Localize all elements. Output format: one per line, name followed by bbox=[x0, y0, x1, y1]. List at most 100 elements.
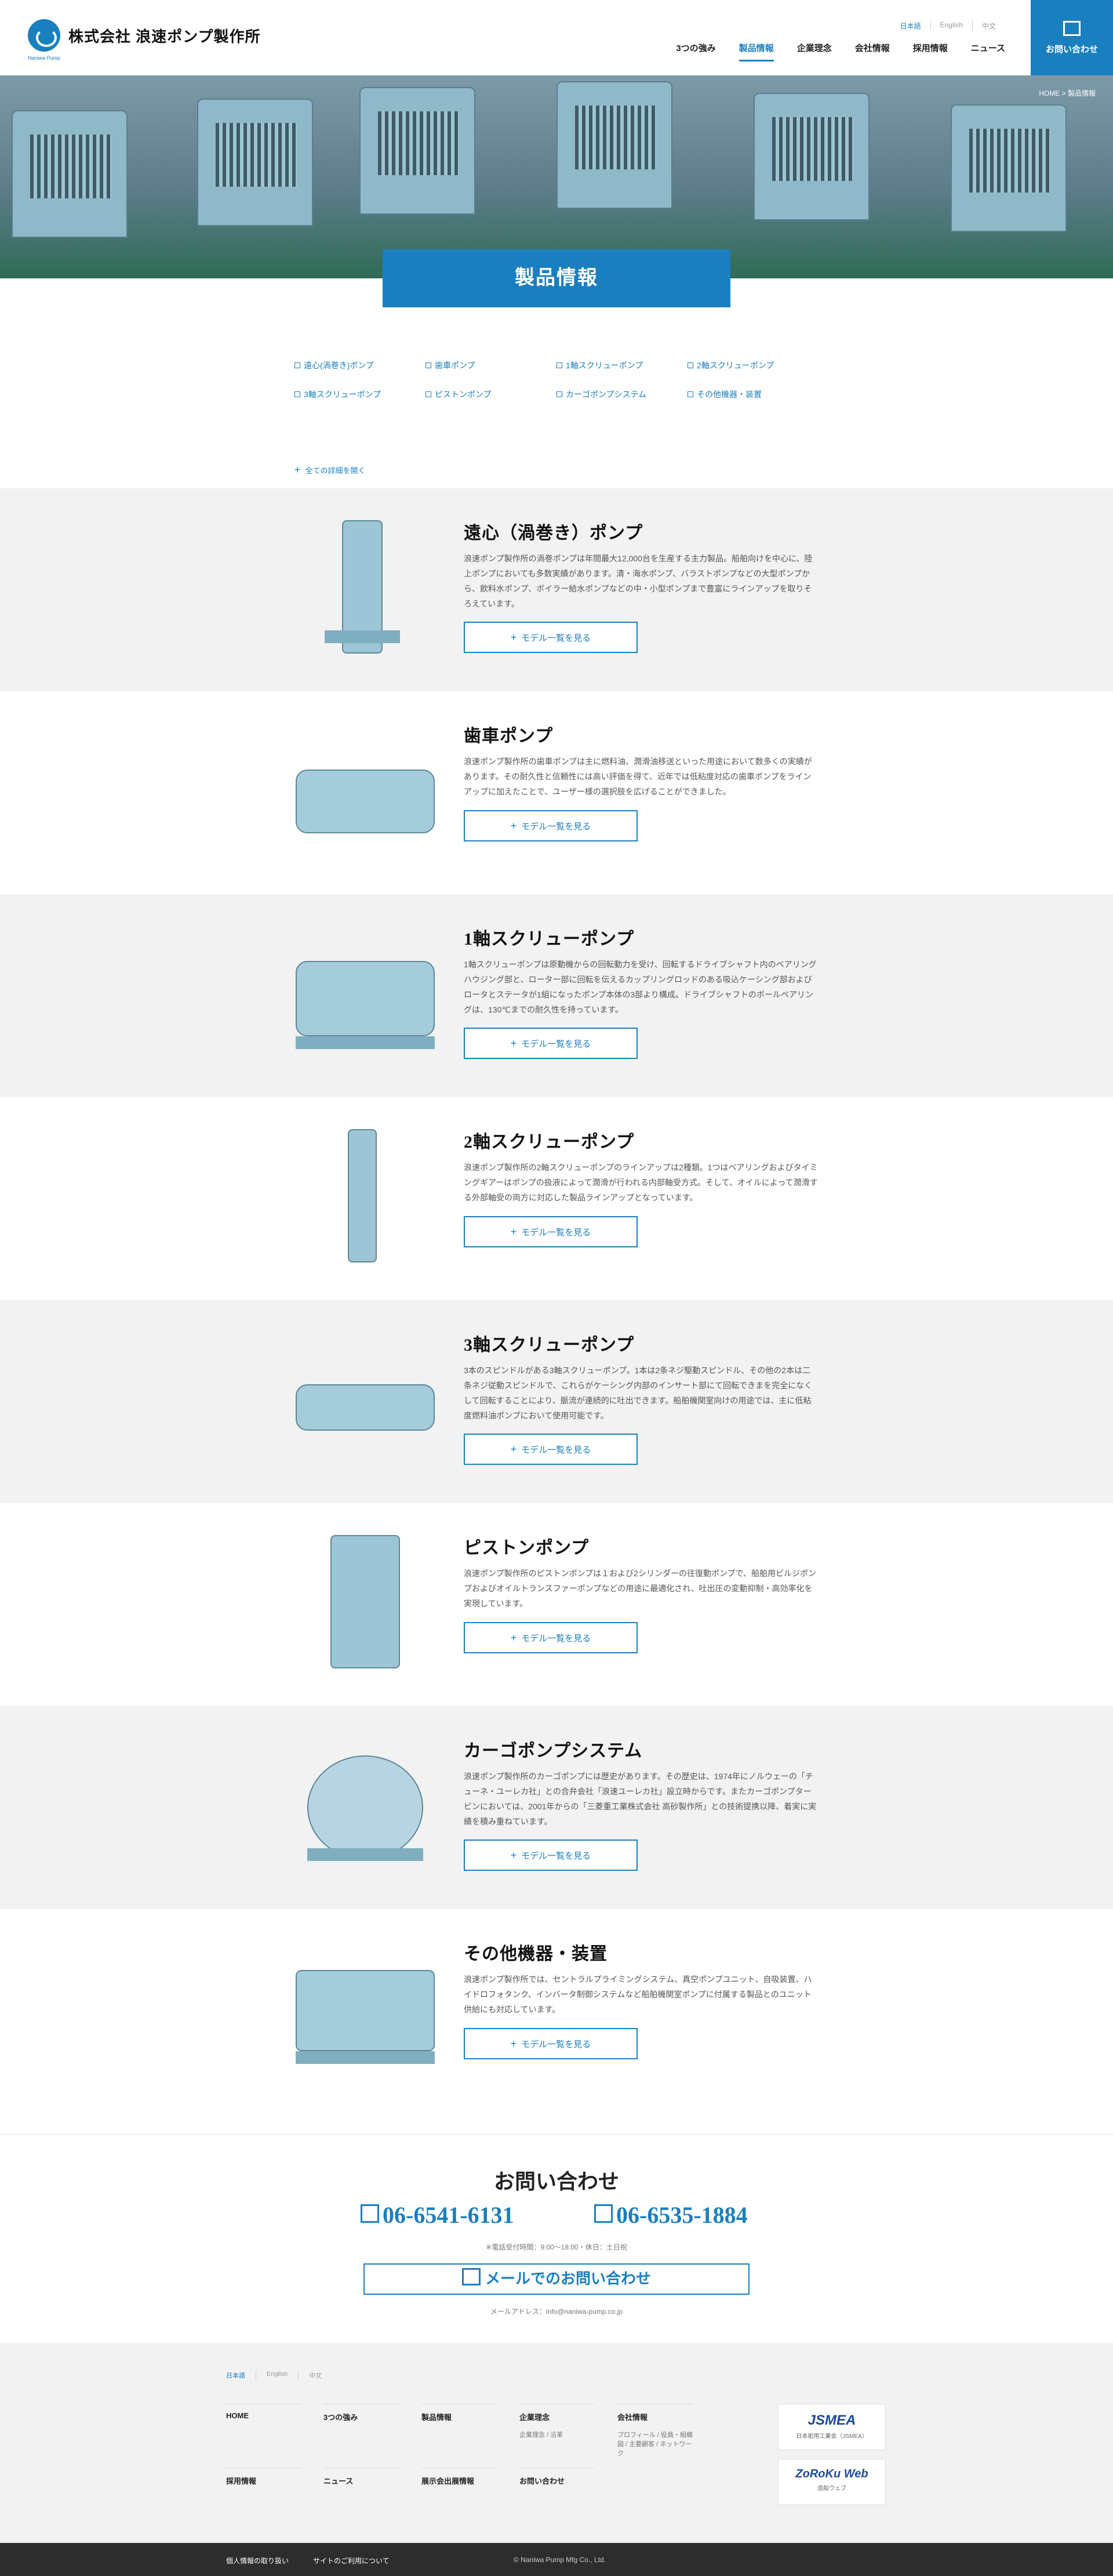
pump-illustration bbox=[296, 1384, 435, 1431]
site-header: Naniwa Pump 株式会社 浪速ポンプ製作所 日本語 English 中文… bbox=[0, 0, 1113, 75]
hero-pump-machine bbox=[556, 81, 672, 209]
nav-strengths[interactable]: 3つの強み bbox=[676, 42, 715, 61]
footer-lang-ja[interactable]: 日本語 bbox=[226, 2371, 256, 2380]
page: Naniwa Pump 株式会社 浪速ポンプ製作所 日本語 English 中文… bbox=[0, 0, 1113, 2576]
product-section-centrifugal: 遠心（渦巻き）ポンプ 浪速ポンプ製作所の渦巻ポンプは年間最大12,000台を生産… bbox=[0, 488, 1113, 691]
cat-link-gear[interactable]: 歯車ポンプ bbox=[425, 360, 556, 371]
header-contact-button[interactable]: お問い合わせ bbox=[1031, 0, 1113, 75]
footer-link[interactable]: 会社情報 bbox=[617, 2411, 693, 2422]
product-description: 浪速ポンプ製作所の2軸スクリューポンプのラインアップは2種類。1つはベアリングお… bbox=[464, 1163, 818, 1202]
product-description: 1軸スクリューポンプは原動機からの回転動力を受け、回転するドライブシャフト内のベ… bbox=[464, 960, 817, 1014]
product-title: カーゴポンプシステム bbox=[464, 1741, 643, 1761]
pump-illustration bbox=[296, 961, 435, 1036]
cat-link-piston[interactable]: ピストンポンプ bbox=[425, 389, 556, 400]
footer-link[interactable]: 採用情報 bbox=[226, 2475, 301, 2486]
terms-link[interactable]: サイトのご利用について bbox=[313, 2556, 390, 2566]
product-section-cargo: カーゴポンプシステム 浪速ポンプ製作所のカーゴポンプには歴史があります。その歴史… bbox=[0, 1706, 1113, 1909]
model-list-button[interactable]: モデル一覧を見る bbox=[464, 622, 638, 653]
model-list-button[interactable]: モデル一覧を見る bbox=[464, 1622, 638, 1653]
footer-link[interactable]: 製品情報 bbox=[421, 2411, 497, 2422]
mail-icon bbox=[1063, 21, 1081, 36]
logo-subtitle: Naniwa Pump bbox=[28, 55, 61, 61]
bottom-bar: 個人情報の取り扱い サイトのご利用について © Naniwa Pump Mfg … bbox=[0, 2543, 1113, 2576]
pump-base bbox=[325, 630, 400, 643]
hero-image: HOME > 製品情報 bbox=[0, 75, 1113, 278]
banner-caption: 造船ウェブ bbox=[817, 2486, 846, 2492]
cat-link-twin-screw[interactable]: 2軸スクリューポンプ bbox=[688, 360, 819, 371]
footer-col-strengths[interactable]: 3つの強み bbox=[323, 2404, 399, 2422]
product-section-single-screw: 1軸スクリューポンプ 1軸スクリューポンプは原動機からの回転動力を受け、回転する… bbox=[0, 894, 1113, 1097]
site-footer: 日本語 English 中文 HOME 3つの強み 製品情報 企業理念 企業理念… bbox=[0, 2343, 1113, 2543]
footer-lang-en[interactable]: English bbox=[256, 2371, 298, 2380]
product-image bbox=[290, 1326, 441, 1471]
nav-recruit[interactable]: 採用情報 bbox=[913, 42, 948, 61]
product-image bbox=[290, 1935, 441, 2080]
lang-ja[interactable]: 日本語 bbox=[891, 21, 930, 31]
phone-number-1[interactable]: 06-6541-6131 bbox=[361, 2201, 514, 2229]
product-section-piston: ピストンポンプ 浪速ポンプ製作所のピストンポンプは１および2シリンダーの往復動ポ… bbox=[0, 1503, 1113, 1706]
product-description: 浪速ポンプ製作所のカーゴポンプには歴史があります。その歴史は、1974年にノルウ… bbox=[464, 1772, 817, 1826]
footer-language-switcher: 日本語 English 中文 bbox=[226, 2371, 332, 2380]
footer-col-recruit[interactable]: 採用情報 bbox=[226, 2468, 301, 2486]
product-image bbox=[290, 717, 441, 862]
footer-col-company[interactable]: 会社情報 プロフィール / 役員・組織図 / 主要顧客 / ネットワーク bbox=[617, 2404, 693, 2458]
footer-link[interactable]: 企業理念 bbox=[519, 2411, 595, 2422]
nav-products[interactable]: 製品情報 bbox=[739, 42, 774, 61]
footer-col-contact[interactable]: お問い合わせ bbox=[519, 2468, 595, 2486]
pump-illustration bbox=[330, 1535, 400, 1668]
footer-link[interactable]: ニュース bbox=[323, 2475, 399, 2486]
model-list-button[interactable]: モデル一覧を見る bbox=[464, 810, 638, 841]
model-list-button[interactable]: モデル一覧を見る bbox=[464, 1434, 638, 1465]
contact-title: お問い合わせ bbox=[493, 2170, 619, 2193]
lang-zh[interactable]: 中文 bbox=[972, 21, 1005, 31]
footer-sublinks[interactable]: 企業理念 / 沿革 bbox=[519, 2430, 595, 2440]
model-list-button[interactable]: モデル一覧を見る bbox=[464, 1028, 638, 1059]
business-hours: ※電話受付時間：9:00〜18:00・休日：土日祝 bbox=[486, 2243, 627, 2251]
pump-base bbox=[307, 1848, 423, 1861]
footer-col-news[interactable]: ニュース bbox=[323, 2468, 399, 2486]
footer-link[interactable]: お問い合わせ bbox=[519, 2475, 595, 2486]
hero-pump-machine bbox=[951, 104, 1067, 232]
banner-brand: ZoRoKu Web bbox=[795, 2468, 868, 2480]
footer-link[interactable]: HOME bbox=[226, 2411, 301, 2420]
product-image bbox=[290, 1123, 441, 1268]
banner-jsmea[interactable]: JSMEA 日本舶用工業会（JSMEA） bbox=[778, 2404, 886, 2450]
cat-link-cargo[interactable]: カーゴポンプシステム bbox=[556, 389, 688, 400]
pump-base bbox=[296, 1036, 435, 1049]
footer-col-products[interactable]: 製品情報 bbox=[421, 2404, 497, 2422]
nav-philosophy[interactable]: 企業理念 bbox=[797, 42, 832, 61]
footer-col-exhibitions[interactable]: 展示会出展情報 bbox=[421, 2468, 497, 2486]
cat-link-centrifugal[interactable]: 遠心(渦巻き)ポンプ bbox=[294, 360, 425, 371]
mail-contact-button[interactable]: メールでのお問い合わせ bbox=[363, 2263, 750, 2295]
footer-lang-zh[interactable]: 中文 bbox=[298, 2371, 332, 2380]
privacy-link[interactable]: 個人情報の取り扱い bbox=[226, 2556, 289, 2566]
product-image bbox=[290, 1529, 441, 1674]
global-nav: 3つの強み 製品情報 企業理念 会社情報 採用情報 ニュース bbox=[653, 42, 1005, 61]
page-title: 製品情報 bbox=[383, 249, 730, 307]
product-title: その他機器・装置 bbox=[464, 1944, 608, 1964]
product-title: ピストンポンプ bbox=[464, 1539, 590, 1558]
cat-link-other[interactable]: その他機器・装置 bbox=[688, 389, 819, 400]
product-image bbox=[290, 920, 441, 1065]
model-list-button[interactable]: モデル一覧を見る bbox=[464, 1840, 638, 1871]
breadcrumb[interactable]: HOME > 製品情報 bbox=[1039, 88, 1096, 98]
phone-number-2[interactable]: 06-6535-1884 bbox=[594, 2201, 748, 2229]
footer-link[interactable]: 展示会出展情報 bbox=[421, 2475, 497, 2486]
footer-col-philosophy[interactable]: 企業理念 企業理念 / 沿革 bbox=[519, 2404, 595, 2440]
cat-link-single-screw[interactable]: 1軸スクリューポンプ bbox=[556, 360, 688, 371]
pump-illustration bbox=[348, 1129, 377, 1262]
footer-sublinks[interactable]: プロフィール / 役員・組織図 / 主要顧客 / ネットワーク bbox=[617, 2430, 693, 2458]
product-title: 2軸スクリューポンプ bbox=[464, 1133, 635, 1152]
banner-zoroku[interactable]: ZoRoKu Web 造船ウェブ bbox=[778, 2459, 886, 2505]
nav-company[interactable]: 会社情報 bbox=[855, 42, 890, 61]
footer-col-home[interactable]: HOME bbox=[226, 2404, 301, 2420]
lang-en[interactable]: English bbox=[930, 21, 972, 31]
open-all-details[interactable]: 全ての詳細を開く bbox=[294, 464, 366, 476]
pump-illustration bbox=[296, 770, 435, 833]
nav-news[interactable]: ニュース bbox=[971, 42, 1005, 61]
model-list-button[interactable]: モデル一覧を見る bbox=[464, 1216, 638, 1247]
model-list-button[interactable]: モデル一覧を見る bbox=[464, 2028, 638, 2059]
site-logo[interactable]: Naniwa Pump 株式会社 浪速ポンプ製作所 bbox=[28, 19, 260, 61]
footer-link[interactable]: 3つの強み bbox=[323, 2411, 399, 2422]
cat-link-triple-screw[interactable]: 3軸スクリューポンプ bbox=[294, 389, 425, 400]
